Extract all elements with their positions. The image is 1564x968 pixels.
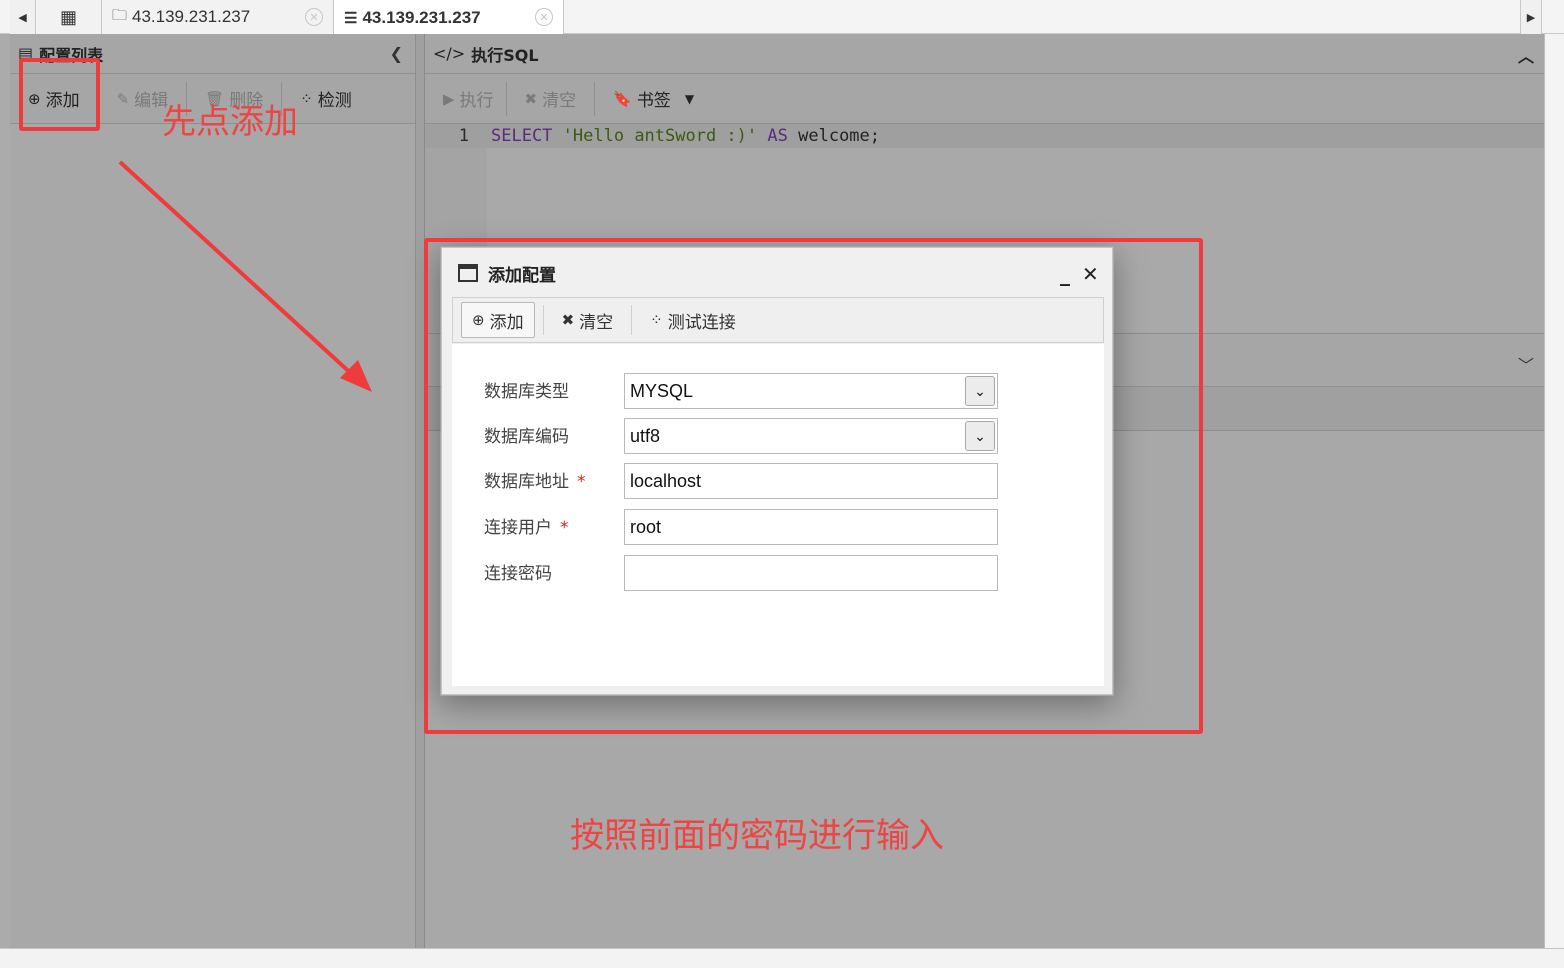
arrow-head [340,360,372,392]
arrow-line [118,160,358,380]
annotation-box-dialog [424,238,1203,734]
annotation-step2: 按照前面的密码进行输入 [570,816,944,856]
